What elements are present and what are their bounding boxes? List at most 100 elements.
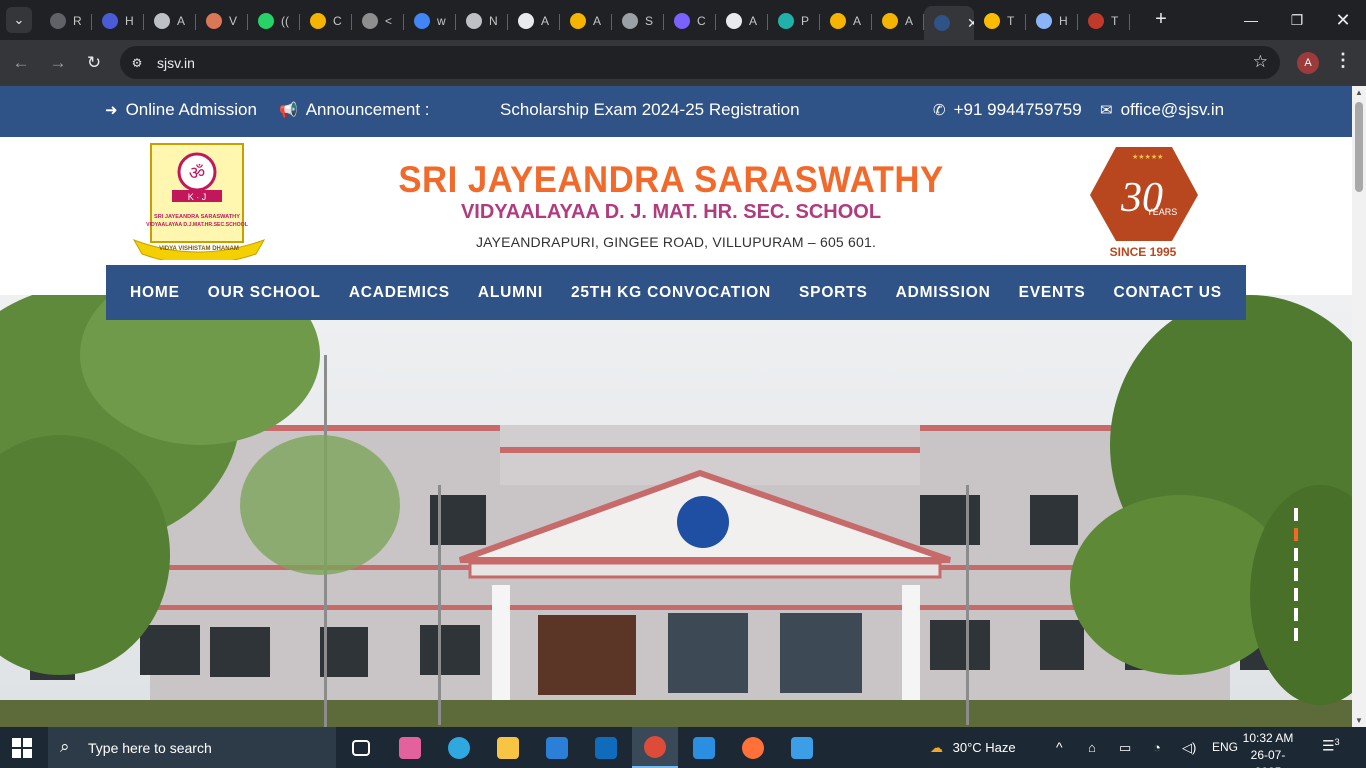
- phone-link[interactable]: ✆ +91 9944759759: [933, 100, 1082, 120]
- slider-dot[interactable]: [1294, 568, 1298, 581]
- file-explorer-taskbar-button[interactable]: [485, 727, 531, 768]
- taskbar-search-box[interactable]: ⌕ Type here to search: [48, 727, 336, 768]
- close-tab-icon[interactable]: ✕: [967, 15, 974, 32]
- address-bar[interactable]: ⚙ sjsv.in ☆: [120, 46, 1280, 79]
- openai-icon: [466, 13, 482, 29]
- nav-item-events[interactable]: EVENTS: [1019, 284, 1086, 302]
- minimize-button[interactable]: —: [1228, 6, 1274, 34]
- browser-tab[interactable]: <: [352, 7, 404, 35]
- hyper-icon: [102, 13, 118, 29]
- nav-item-contact-us[interactable]: CONTACT US: [1113, 284, 1221, 302]
- chrome-menu-icon[interactable]: ⋮: [1334, 50, 1352, 71]
- logo-text-2: VIDYAALAYAA D.J.MAT.HR.SEC.SCHOOL: [146, 222, 249, 228]
- browser-tab[interactable]: N: [456, 7, 508, 35]
- clock-time: 10:32 AM: [1242, 731, 1294, 745]
- browser-tab[interactable]: H: [92, 7, 144, 35]
- search-placeholder[interactable]: Type here to search: [88, 740, 212, 756]
- browser-tab[interactable]: P: [768, 7, 820, 35]
- announcement-label-text: Announcement :: [305, 100, 430, 119]
- site-info-icon[interactable]: ⚙: [128, 54, 146, 72]
- language-indicator[interactable]: ENG: [1212, 727, 1238, 768]
- tab-title: P: [801, 14, 810, 28]
- announcement-ticker[interactable]: Scholarship Exam 2024-25 Registration: [500, 100, 800, 120]
- browser-tab[interactable]: ((: [248, 7, 300, 35]
- nav-item-admission[interactable]: ADMISSION: [896, 284, 991, 302]
- slider-dot[interactable]: [1294, 548, 1298, 561]
- chrome-taskbar-button[interactable]: [632, 727, 678, 768]
- notification-center-icon[interactable]: ☰3: [1322, 737, 1340, 755]
- browser-tab[interactable]: S: [612, 7, 664, 35]
- browser-tab[interactable]: C: [664, 7, 716, 35]
- maximize-button[interactable]: ❐: [1274, 6, 1320, 34]
- slider-dot[interactable]: [1294, 528, 1298, 541]
- copilot-taskbar-button[interactable]: [387, 727, 433, 768]
- browser-tab[interactable]: C: [300, 7, 352, 35]
- edge-taskbar-button[interactable]: [436, 727, 482, 768]
- show-hidden-icons-icon[interactable]: ^: [1056, 727, 1063, 768]
- battery-icon[interactable]: ▭: [1119, 727, 1131, 768]
- browser-tab[interactable]: A: [872, 7, 924, 35]
- hero-slider[interactable]: [0, 295, 1352, 727]
- nav-item-home[interactable]: HOME: [130, 284, 180, 302]
- close-window-button[interactable]: ✕: [1320, 6, 1366, 34]
- browser-tab[interactable]: R: [40, 7, 92, 35]
- browser-tab[interactable]: A: [144, 7, 196, 35]
- nav-item-25th-kg-convocation[interactable]: 25TH KG CONVOCATION: [571, 284, 771, 302]
- announcement-text[interactable]: Scholarship Exam 2024-25 Registration: [500, 100, 800, 119]
- sign-in-icon: ➜: [105, 102, 118, 119]
- photos-taskbar-button[interactable]: [779, 727, 825, 768]
- firefox-taskbar-button[interactable]: [730, 727, 776, 768]
- slider-pagination: [1294, 508, 1300, 648]
- email-link[interactable]: ✉ office@sjsv.in: [1100, 100, 1224, 120]
- store-taskbar-button[interactable]: [534, 727, 580, 768]
- school-logo[interactable]: ॐ K · J SRI JAYEANDRA SARASWATHY VIDYAAL…: [132, 142, 266, 260]
- weather-widget[interactable]: ☁ 30°C Haze: [930, 727, 1016, 768]
- back-button[interactable]: ←: [8, 50, 34, 76]
- email-address[interactable]: office@sjsv.in: [1121, 100, 1225, 119]
- scroll-up-arrow-icon[interactable]: ▲: [1355, 88, 1363, 97]
- reload-button[interactable]: ↻: [81, 50, 107, 76]
- nav-item-sports[interactable]: SPORTS: [799, 284, 868, 302]
- online-admission-link[interactable]: ➜ Online Admission: [105, 100, 257, 120]
- browser-tab[interactable]: A: [560, 7, 612, 35]
- browser-tab[interactable]: T: [1078, 7, 1130, 35]
- browser-tab[interactable]: S✕: [924, 6, 974, 40]
- school-name: SRI JAYEANDRA SARASWATHY: [398, 159, 944, 200]
- system-clock[interactable]: 10:32 AM 26-07-2025: [1238, 730, 1298, 768]
- outlook-taskbar-button[interactable]: [583, 727, 629, 768]
- browser-tab[interactable]: A: [820, 7, 872, 35]
- bookmark-star-icon[interactable]: ☆: [1253, 52, 1268, 72]
- volume-icon[interactable]: ◁): [1182, 727, 1196, 768]
- nav-item-academics[interactable]: ACADEMICS: [349, 284, 450, 302]
- slider-dot[interactable]: [1294, 588, 1298, 601]
- phone-number[interactable]: +91 9944759759: [954, 100, 1082, 119]
- windows-start-icon[interactable]: [12, 738, 32, 758]
- browser-tab[interactable]: A: [716, 7, 768, 35]
- browser-tab[interactable]: V: [196, 7, 248, 35]
- scroll-thumb[interactable]: [1355, 102, 1363, 192]
- forward-button[interactable]: →: [45, 50, 71, 76]
- tab-title: S: [645, 14, 654, 28]
- nav-item-alumni[interactable]: ALUMNI: [478, 284, 543, 302]
- slider-dot[interactable]: [1294, 628, 1298, 641]
- chrome-icon: [644, 735, 666, 758]
- vscode-taskbar-button[interactable]: [681, 727, 727, 768]
- browser-tab[interactable]: w: [404, 7, 456, 35]
- sparkle-icon: [984, 13, 1000, 29]
- url-text[interactable]: sjsv.in: [157, 55, 195, 71]
- slider-dot[interactable]: [1294, 608, 1298, 621]
- page-scrollbar[interactable]: ▲ ▼: [1352, 86, 1366, 727]
- browser-tab-strip: ⌄ R H A V ((C < w N A A S C A P A A S✕ T H T + — ❐ ✕: [0, 0, 1366, 40]
- browser-tab[interactable]: T: [974, 7, 1026, 35]
- task-view-taskbar-button[interactable]: [338, 727, 384, 768]
- profile-avatar[interactable]: A: [1297, 52, 1319, 74]
- meet-now-icon[interactable]: ⌂: [1088, 727, 1096, 768]
- slider-dot[interactable]: [1294, 508, 1298, 521]
- scroll-down-arrow-icon[interactable]: ▼: [1355, 716, 1363, 725]
- browser-tab[interactable]: H: [1026, 7, 1078, 35]
- nav-item-our-school[interactable]: OUR SCHOOL: [208, 284, 321, 302]
- browser-tab[interactable]: A: [508, 7, 560, 35]
- wifi-icon[interactable]: ◔: [1153, 727, 1161, 768]
- new-tab-button[interactable]: +: [1150, 8, 1172, 30]
- tab-search-button[interactable]: ⌄: [6, 7, 32, 33]
